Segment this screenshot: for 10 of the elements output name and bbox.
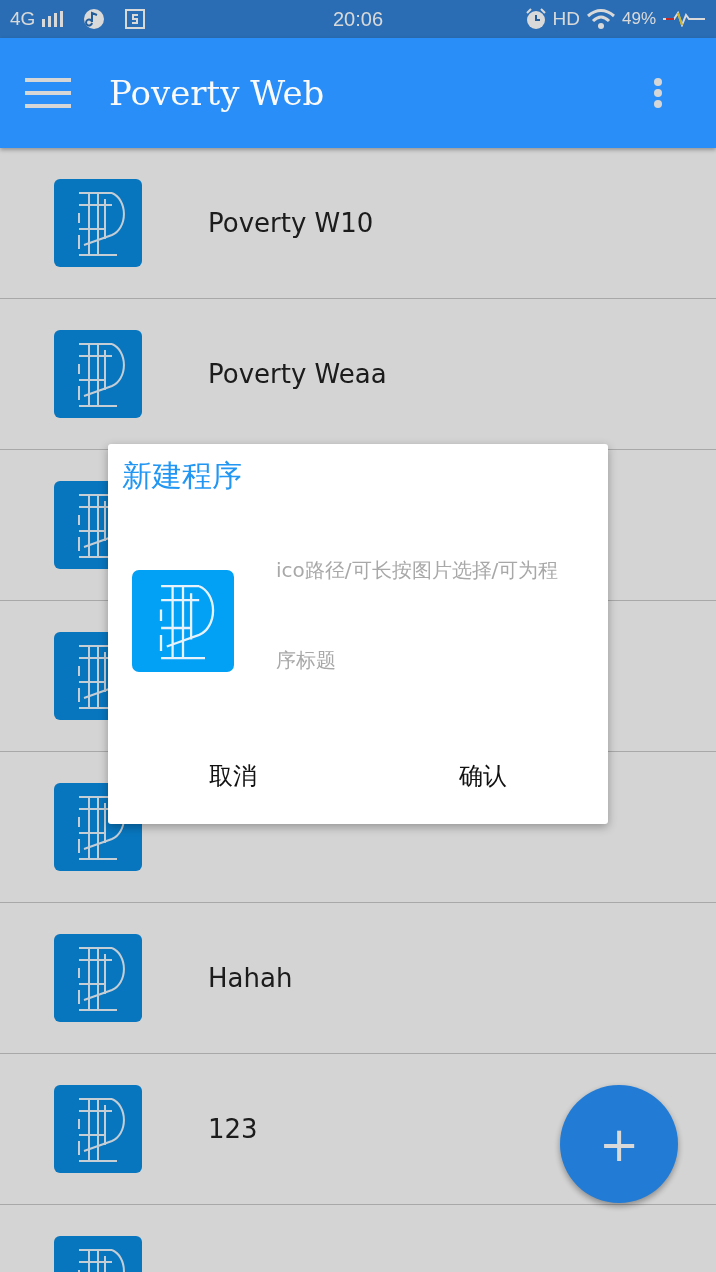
app-title: Poverty Web — [109, 73, 326, 113]
hd-indicator: HD — [552, 8, 580, 30]
item-title: Poverty Weaa — [208, 359, 387, 389]
battery-level: 49% — [621, 9, 656, 29]
item-title: 123 — [208, 1114, 258, 1144]
item-title: Poverty W10 — [208, 208, 374, 238]
item-title: Hahah — [208, 963, 293, 993]
clock-time: 20:06 — [332, 7, 384, 31]
network-type: 4G — [10, 8, 36, 30]
dialog-title: 新建程序 — [122, 457, 243, 495]
